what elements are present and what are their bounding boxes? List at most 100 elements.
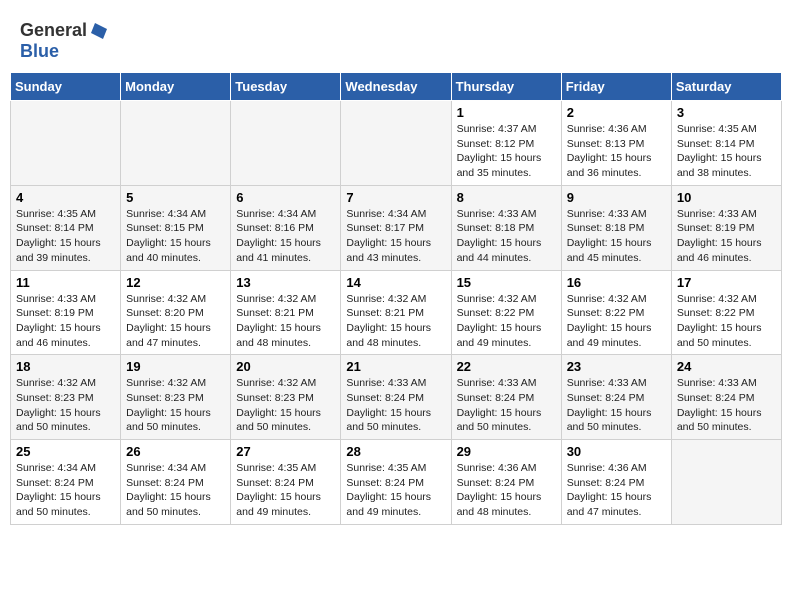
day-info: Sunrise: 4:33 AMSunset: 8:24 PMDaylight:… — [677, 376, 776, 435]
day-info: Sunrise: 4:35 AMSunset: 8:14 PMDaylight:… — [16, 207, 115, 266]
calendar-cell — [671, 440, 781, 525]
calendar-week-row: 25 Sunrise: 4:34 AMSunset: 8:24 PMDayligh… — [11, 440, 782, 525]
day-number: 23 — [567, 359, 666, 374]
day-info: Sunrise: 4:32 AMSunset: 8:22 PMDaylight:… — [677, 292, 776, 351]
weekday-header: Sunday — [11, 73, 121, 101]
logo: General Blue — [20, 20, 107, 62]
day-info: Sunrise: 4:33 AMSunset: 8:18 PMDaylight:… — [457, 207, 556, 266]
header: General Blue — [10, 10, 782, 67]
day-info: Sunrise: 4:34 AMSunset: 8:17 PMDaylight:… — [346, 207, 445, 266]
calendar-week-row: 11Sunrise: 4:33 AMSunset: 8:19 PMDayligh… — [11, 270, 782, 355]
day-number: 7 — [346, 190, 445, 205]
day-number: 8 — [457, 190, 556, 205]
weekday-header: Saturday — [671, 73, 781, 101]
day-number: 30 — [567, 444, 666, 459]
calendar-week-row: 1 Sunrise: 4:37 AMSunset: 8:12 PMDaylight… — [11, 101, 782, 186]
calendar-cell: 26Sunrise: 4:34 AMSunset: 8:24 PMDayligh… — [121, 440, 231, 525]
calendar-cell: 7 Sunrise: 4:34 AMSunset: 8:17 PMDaylight… — [341, 185, 451, 270]
logo-icon — [87, 21, 107, 41]
day-info: Sunrise: 4:34 AMSunset: 8:16 PMDaylight:… — [236, 207, 335, 266]
day-number: 17 — [677, 275, 776, 290]
day-info: Sunrise: 4:32 AMSunset: 8:23 PMDaylight:… — [126, 376, 225, 435]
day-number: 22 — [457, 359, 556, 374]
day-number: 9 — [567, 190, 666, 205]
calendar-cell: 17 Sunrise: 4:32 AMSunset: 8:22 PMDayligh… — [671, 270, 781, 355]
calendar-cell — [121, 101, 231, 186]
day-info: Sunrise: 4:32 AMSunset: 8:21 PMDaylight:… — [236, 292, 335, 351]
calendar-cell: 9 Sunrise: 4:33 AMSunset: 8:18 PMDaylight… — [561, 185, 671, 270]
calendar-cell: 18 Sunrise: 4:32 AMSunset: 8:23 PMDayligh… — [11, 355, 121, 440]
day-number: 10 — [677, 190, 776, 205]
weekday-header: Thursday — [451, 73, 561, 101]
weekday-header: Tuesday — [231, 73, 341, 101]
calendar-header-row: SundayMondayTuesdayWednesdayThursdayFrid… — [11, 73, 782, 101]
day-info: Sunrise: 4:37 AMSunset: 8:12 PMDaylight:… — [457, 122, 556, 181]
day-number: 28 — [346, 444, 445, 459]
day-number: 21 — [346, 359, 445, 374]
day-number: 20 — [236, 359, 335, 374]
calendar-cell: 6 Sunrise: 4:34 AMSunset: 8:16 PMDaylight… — [231, 185, 341, 270]
day-info: Sunrise: 4:32 AMSunset: 8:23 PMDaylight:… — [16, 376, 115, 435]
day-info: Sunrise: 4:36 AMSunset: 8:24 PMDaylight:… — [567, 461, 666, 520]
day-number: 3 — [677, 105, 776, 120]
day-info: Sunrise: 4:32 AMSunset: 8:23 PMDaylight:… — [236, 376, 335, 435]
calendar-cell: 4Sunrise: 4:35 AMSunset: 8:14 PMDaylight… — [11, 185, 121, 270]
calendar-cell: 19 Sunrise: 4:32 AMSunset: 8:23 PMDayligh… — [121, 355, 231, 440]
calendar-cell: 5 Sunrise: 4:34 AMSunset: 8:15 PMDaylight… — [121, 185, 231, 270]
day-number: 11 — [16, 275, 115, 290]
day-info: Sunrise: 4:36 AMSunset: 8:24 PMDaylight:… — [457, 461, 556, 520]
calendar-cell: 24 Sunrise: 4:33 AMSunset: 8:24 PMDayligh… — [671, 355, 781, 440]
day-number: 12 — [126, 275, 225, 290]
day-info: Sunrise: 4:32 AMSunset: 8:21 PMDaylight:… — [346, 292, 445, 351]
day-info: Sunrise: 4:34 AMSunset: 8:15 PMDaylight:… — [126, 207, 225, 266]
calendar-table: SundayMondayTuesdayWednesdayThursdayFrid… — [10, 72, 782, 525]
calendar-cell: 15Sunrise: 4:32 AMSunset: 8:22 PMDayligh… — [451, 270, 561, 355]
calendar-cell: 3Sunrise: 4:35 AMSunset: 8:14 PMDaylight… — [671, 101, 781, 186]
day-info: Sunrise: 4:34 AMSunset: 8:24 PMDaylight:… — [16, 461, 115, 520]
weekday-header: Wednesday — [341, 73, 451, 101]
calendar-cell: 14 Sunrise: 4:32 AMSunset: 8:21 PMDayligh… — [341, 270, 451, 355]
day-number: 27 — [236, 444, 335, 459]
calendar-cell: 10Sunrise: 4:33 AMSunset: 8:19 PMDayligh… — [671, 185, 781, 270]
day-info: Sunrise: 4:33 AMSunset: 8:24 PMDaylight:… — [457, 376, 556, 435]
calendar-cell: 8 Sunrise: 4:33 AMSunset: 8:18 PMDaylight… — [451, 185, 561, 270]
day-number: 6 — [236, 190, 335, 205]
day-info: Sunrise: 4:35 AMSunset: 8:24 PMDaylight:… — [346, 461, 445, 520]
calendar-cell: 30 Sunrise: 4:36 AMSunset: 8:24 PMDayligh… — [561, 440, 671, 525]
day-number: 16 — [567, 275, 666, 290]
calendar-cell: 13 Sunrise: 4:32 AMSunset: 8:21 PMDayligh… — [231, 270, 341, 355]
day-number: 29 — [457, 444, 556, 459]
day-info: Sunrise: 4:33 AMSunset: 8:24 PMDaylight:… — [346, 376, 445, 435]
day-info: Sunrise: 4:33 AMSunset: 8:18 PMDaylight:… — [567, 207, 666, 266]
calendar-cell: 1 Sunrise: 4:37 AMSunset: 8:12 PMDaylight… — [451, 101, 561, 186]
calendar-cell: 2Sunrise: 4:36 AMSunset: 8:13 PMDaylight… — [561, 101, 671, 186]
calendar-cell — [11, 101, 121, 186]
day-info: Sunrise: 4:32 AMSunset: 8:22 PMDaylight:… — [457, 292, 556, 351]
day-number: 24 — [677, 359, 776, 374]
calendar-cell: 23 Sunrise: 4:33 AMSunset: 8:24 PMDayligh… — [561, 355, 671, 440]
logo-general: General — [20, 20, 87, 41]
calendar-cell: 16 Sunrise: 4:32 AMSunset: 8:22 PMDayligh… — [561, 270, 671, 355]
day-number: 19 — [126, 359, 225, 374]
day-number: 13 — [236, 275, 335, 290]
day-number: 18 — [16, 359, 115, 374]
day-number: 1 — [457, 105, 556, 120]
day-number: 14 — [346, 275, 445, 290]
calendar-cell: 21 Sunrise: 4:33 AMSunset: 8:24 PMDayligh… — [341, 355, 451, 440]
calendar-cell: 27 Sunrise: 4:35 AMSunset: 8:24 PMDayligh… — [231, 440, 341, 525]
day-info: Sunrise: 4:32 AMSunset: 8:22 PMDaylight:… — [567, 292, 666, 351]
calendar-cell: 20 Sunrise: 4:32 AMSunset: 8:23 PMDayligh… — [231, 355, 341, 440]
calendar-week-row: 4Sunrise: 4:35 AMSunset: 8:14 PMDaylight… — [11, 185, 782, 270]
day-info: Sunrise: 4:33 AMSunset: 8:24 PMDaylight:… — [567, 376, 666, 435]
calendar-cell: 28 Sunrise: 4:35 AMSunset: 8:24 PMDayligh… — [341, 440, 451, 525]
calendar-cell: 29 Sunrise: 4:36 AMSunset: 8:24 PMDayligh… — [451, 440, 561, 525]
calendar-cell — [231, 101, 341, 186]
calendar-cell — [341, 101, 451, 186]
day-number: 25 — [16, 444, 115, 459]
calendar-cell: 12Sunrise: 4:32 AMSunset: 8:20 PMDayligh… — [121, 270, 231, 355]
logo-blue: Blue — [20, 41, 59, 62]
day-number: 5 — [126, 190, 225, 205]
day-info: Sunrise: 4:34 AMSunset: 8:24 PMDaylight:… — [126, 461, 225, 520]
day-number: 2 — [567, 105, 666, 120]
day-info: Sunrise: 4:35 AMSunset: 8:24 PMDaylight:… — [236, 461, 335, 520]
